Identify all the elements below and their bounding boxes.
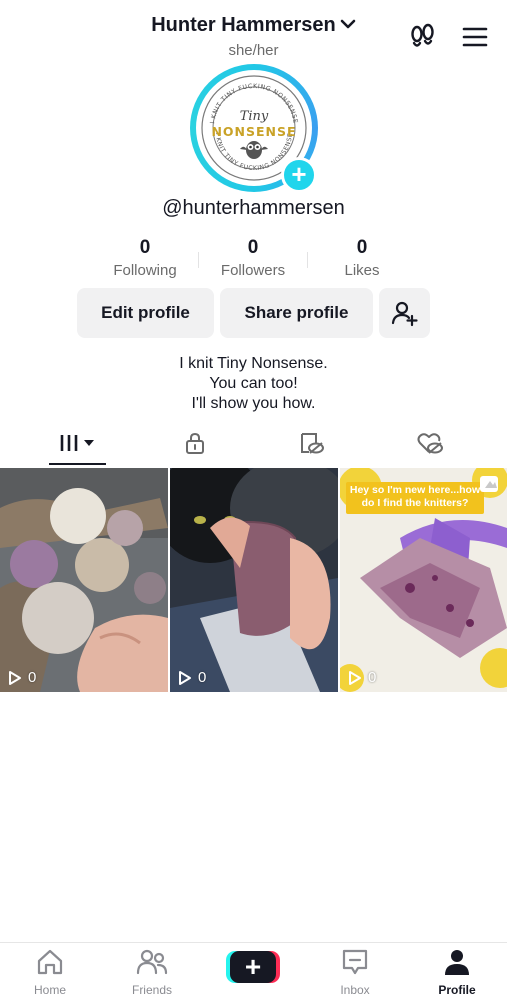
reposts-icon	[301, 433, 324, 454]
play-icon	[179, 670, 191, 685]
logo-word: NONSENSE	[211, 124, 296, 139]
stat-value: 0	[247, 237, 259, 258]
view-count: 0	[178, 669, 206, 686]
stat-value: 0	[139, 237, 151, 258]
stat-followers[interactable]: 0 Followers	[203, 237, 303, 279]
tab-videos[interactable]	[48, 428, 108, 458]
friends-icon	[136, 949, 168, 975]
add-friends-button[interactable]	[379, 288, 430, 338]
liked-icon	[417, 433, 443, 454]
stat-divider	[198, 252, 199, 268]
stat-label: Following	[113, 262, 177, 279]
profile-icon	[445, 950, 469, 975]
stat-label: Likes	[344, 262, 380, 279]
play-icon	[349, 670, 361, 685]
edit-profile-button[interactable]: Edit profile	[77, 288, 214, 338]
view-count-value: 0	[28, 669, 37, 686]
video-caption: Hey so I'm new here...how do I find the …	[349, 484, 481, 509]
video-thumbnail[interactable]: Hey so I'm new here...how do I find the …	[340, 468, 507, 692]
menu-hamburger-icon[interactable]	[460, 22, 490, 52]
private-lock-icon	[186, 432, 204, 454]
stat-value: 0	[356, 237, 368, 258]
stat-following[interactable]: 0 Following	[95, 237, 195, 279]
view-count: 0	[348, 669, 376, 686]
bio-line: I'll show you how.	[191, 395, 316, 412]
tab-reposts[interactable]	[282, 428, 342, 458]
inbox-icon	[342, 949, 368, 975]
add-avatar-plus-button[interactable]: +	[281, 157, 317, 193]
chevron-down-icon	[340, 13, 356, 36]
black-cat-knit-image	[170, 468, 338, 692]
bio: I knit Tiny Nonsense. You can too! I'll …	[0, 354, 507, 414]
stat-likes[interactable]: 0 Likes	[312, 237, 412, 279]
nav-label: Home	[33, 983, 66, 997]
nav-label: Profile	[438, 983, 476, 997]
display-name: Hunter Hammersen	[151, 14, 336, 36]
view-count-value: 0	[198, 669, 207, 686]
video-thumbnail[interactable]: 0	[170, 468, 338, 692]
stat-divider	[307, 252, 308, 268]
nav-home[interactable]: Home	[10, 948, 90, 997]
logo-script: Tiny	[240, 109, 269, 124]
play-icon	[9, 670, 21, 685]
tab-liked[interactable]	[400, 428, 460, 458]
add-person-icon	[391, 301, 418, 327]
nav-inbox[interactable]: Inbox	[315, 948, 395, 997]
view-count: 0	[8, 669, 36, 686]
home-icon	[37, 949, 63, 975]
create-post-button[interactable]: +	[230, 951, 276, 983]
nav-profile[interactable]: Profile	[417, 948, 497, 997]
nav-label: Friends	[131, 983, 172, 997]
video-thumbnail[interactable]: 0	[0, 468, 168, 692]
footprints-icon[interactable]	[408, 22, 438, 52]
share-profile-button[interactable]: Share profile	[220, 288, 373, 338]
username-handle: @hunterhammersen	[162, 197, 345, 219]
view-count-value: 0	[368, 669, 377, 686]
bio-line: I knit Tiny Nonsense.	[179, 355, 328, 372]
nav-label: Inbox	[340, 983, 370, 997]
sea-urchin-knit-image	[0, 468, 168, 692]
bio-line: You can too!	[209, 375, 298, 392]
videos-grid-icon	[60, 435, 94, 451]
nav-friends[interactable]: Friends	[112, 948, 192, 997]
stat-label: Followers	[220, 262, 286, 279]
tab-private[interactable]	[165, 428, 225, 458]
active-tab-indicator	[49, 463, 106, 465]
